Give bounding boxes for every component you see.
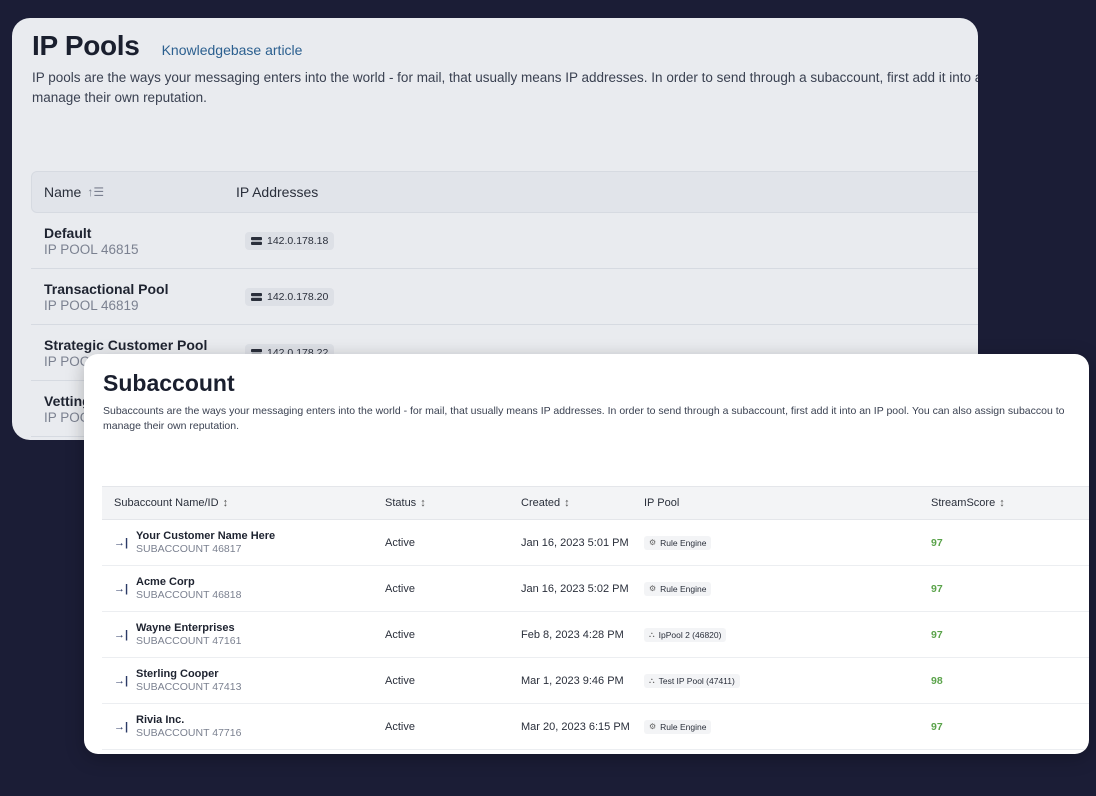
rule-engine-icon: ⚙ xyxy=(649,722,657,731)
column-header-status[interactable]: Status ↕ xyxy=(385,497,521,509)
server-icon xyxy=(251,236,262,245)
table-row[interactable]: →| Wayne Enterprises SUBACCOUNT 47161 Ac… xyxy=(102,612,1089,658)
column-header-ip-pool: IP Pool xyxy=(644,497,931,509)
ip-pool-chip: ⚙ Rule Engine xyxy=(644,535,712,550)
status-text: Active xyxy=(385,628,415,641)
created-date: Mar 1, 2023 9:46 PM xyxy=(521,674,624,687)
stream-score: 98 xyxy=(931,674,943,687)
ip-pool-chip: ⛬ Test IP Pool (47411) xyxy=(644,673,740,688)
status-text: Active xyxy=(385,536,415,549)
ip-pool-icon: ⛬ xyxy=(649,629,655,639)
stream-score: 97 xyxy=(931,720,943,733)
stage: IP Pools Knowledgebase article IP pools … xyxy=(0,0,1096,796)
ip-pool-chip: ⚙ Rule Engine xyxy=(644,581,712,596)
column-header-streamscore[interactable]: StreamScore ↕ xyxy=(931,497,1089,509)
column-header-label: IP Pool xyxy=(644,497,680,509)
table-row[interactable]: →| Sterling Cooper SUBACCOUNT 47413 Acti… xyxy=(102,658,1089,704)
subaccount-name[interactable]: Your Customer Name Here xyxy=(136,530,275,542)
subaccount-id: SUBACCOUNT 46818 xyxy=(136,589,242,601)
sort-icon[interactable]: ↑☰ xyxy=(87,185,104,199)
ip-address: 142.0.178.20 xyxy=(267,290,329,303)
status-text: Active xyxy=(385,674,415,687)
subaccount-table: Subaccount Name/ID ↕ Status ↕ Created ↕ IP … xyxy=(102,486,1089,750)
subaccount-card: Subaccount Subaccounts are the ways your… xyxy=(84,354,1089,754)
column-header-created[interactable]: Created ↕ xyxy=(521,497,644,509)
ip-address-chip: 142.0.178.18 xyxy=(245,231,335,250)
server-icon xyxy=(251,292,262,301)
ip-address-chip: 142.0.178.20 xyxy=(245,287,335,306)
subaccount-name[interactable]: Wayne Enterprises xyxy=(136,622,241,634)
ip-pool-label: Rule Engine xyxy=(660,537,707,548)
sort-icon[interactable]: ↕ xyxy=(999,497,1005,509)
status-text: Active xyxy=(385,720,415,733)
subaccount-name[interactable]: Acme Corp xyxy=(136,576,241,588)
subaccount-name[interactable]: Rivia Inc. xyxy=(136,714,241,726)
ip-pool-icon: ⛬ xyxy=(649,675,655,685)
ip-pools-description: IP pools are the ways your messaging ent… xyxy=(32,70,978,105)
rule-engine-icon: ⚙ xyxy=(649,538,657,547)
column-header-label: Created xyxy=(521,497,561,509)
subaccount-id: SUBACCOUNT 47413 xyxy=(136,681,242,693)
table-row[interactable]: Default IP POOL 46815 142.0.178.18 xyxy=(31,213,978,269)
open-arrow-icon[interactable]: →| xyxy=(114,675,128,687)
column-header-label: Status xyxy=(385,497,417,509)
sort-icon[interactable]: ↕ xyxy=(564,497,570,509)
pool-name[interactable]: Strategic Customer Pool xyxy=(44,337,245,353)
rule-engine-icon: ⚙ xyxy=(649,584,657,593)
ip-pools-table-header: Name ↑☰ IP Addresses xyxy=(31,171,978,213)
stream-score: 97 xyxy=(931,582,943,595)
column-header-ip-addresses: IP Addresses xyxy=(236,184,319,200)
pool-id: IP POOL 46819 xyxy=(44,297,139,313)
table-row[interactable]: →| Rivia Inc. SUBACCOUNT 47716 Active Ma… xyxy=(102,704,1089,750)
ip-pool-label: Test IP Pool (47411) xyxy=(658,675,735,686)
column-header-subaccount-name[interactable]: Subaccount Name/ID ↕ xyxy=(102,497,385,509)
table-row[interactable]: →| Your Customer Name Here SUBACCOUNT 46… xyxy=(102,520,1089,566)
created-date: Jan 16, 2023 5:02 PM xyxy=(521,582,629,595)
ip-address: 142.0.178.18 xyxy=(267,234,329,247)
stream-score: 97 xyxy=(931,628,943,641)
column-header-label: StreamScore xyxy=(931,497,996,509)
stream-score: 97 xyxy=(931,536,943,549)
created-date: Jan 16, 2023 5:01 PM xyxy=(521,536,629,549)
open-arrow-icon[interactable]: →| xyxy=(114,721,128,733)
subaccount-description: Subaccounts are the ways your messaging … xyxy=(103,405,1065,432)
subaccount-name[interactable]: Sterling Cooper xyxy=(136,668,241,680)
sort-icon[interactable]: ↕ xyxy=(223,497,229,509)
created-date: Feb 8, 2023 4:28 PM xyxy=(521,628,624,641)
sort-icon[interactable]: ↕ xyxy=(420,497,426,509)
subaccount-id: SUBACCOUNT 46817 xyxy=(136,543,242,555)
ip-pool-chip: ⛬ IpPool 2 (46820) xyxy=(644,627,727,642)
ip-pools-title-row: IP Pools Knowledgebase article xyxy=(32,30,978,62)
status-text: Active xyxy=(385,582,415,595)
page-title: IP Pools xyxy=(32,30,140,61)
subaccount-id: SUBACCOUNT 47161 xyxy=(136,635,242,647)
knowledgebase-link[interactable]: Knowledgebase article xyxy=(162,42,303,58)
ip-pools-header: IP Pools Knowledgebase article IP pools … xyxy=(32,30,978,108)
ip-pool-label: Rule Engine xyxy=(660,721,707,732)
ip-pool-label: IpPool 2 (46820) xyxy=(658,629,722,640)
ip-pool-label: Rule Engine xyxy=(660,583,707,594)
open-arrow-icon[interactable]: →| xyxy=(114,629,128,641)
pool-name[interactable]: Transactional Pool xyxy=(44,281,245,297)
open-arrow-icon[interactable]: →| xyxy=(114,583,128,595)
pool-id: IP POOL 46815 xyxy=(44,241,139,257)
table-row[interactable]: Transactional Pool IP POOL 46819 142.0.1… xyxy=(31,269,978,325)
table-row[interactable]: →| Acme Corp SUBACCOUNT 46818 Active Jan… xyxy=(102,566,1089,612)
ip-pool-chip: ⚙ Rule Engine xyxy=(644,719,712,734)
pool-name[interactable]: Default xyxy=(44,225,245,241)
subaccount-title: Subaccount xyxy=(103,370,235,396)
subaccount-table-header: Subaccount Name/ID ↕ Status ↕ Created ↕ IP … xyxy=(102,486,1089,520)
subaccount-id: SUBACCOUNT 47716 xyxy=(136,727,242,739)
column-header-name-label: Name xyxy=(44,184,82,200)
column-header-label: Subaccount Name/ID xyxy=(114,497,219,509)
open-arrow-icon[interactable]: →| xyxy=(114,537,128,549)
column-header-name[interactable]: Name ↑☰ xyxy=(32,184,236,200)
created-date: Mar 20, 2023 6:15 PM xyxy=(521,720,630,733)
